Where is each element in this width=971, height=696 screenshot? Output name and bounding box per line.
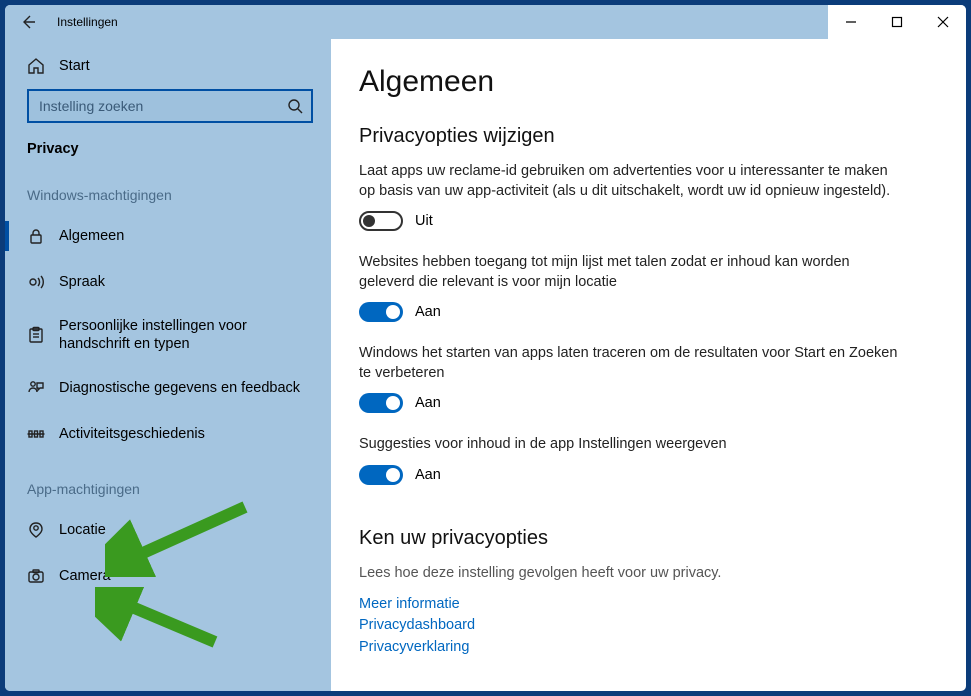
section-heading-privacy-options: Privacyopties wijzigen bbox=[359, 125, 922, 148]
toggle-state-label: Uit bbox=[415, 213, 433, 229]
search-icon bbox=[287, 98, 303, 114]
group-windows-permissions: Windows-machtigingen bbox=[5, 187, 331, 213]
toggle-state-label: Aan bbox=[415, 395, 441, 411]
search-box[interactable] bbox=[27, 89, 313, 123]
toggle-suggested-content[interactable] bbox=[359, 465, 403, 485]
nav-item-label: Locatie bbox=[59, 522, 106, 538]
nav-item-activity[interactable]: Activiteitsgeschiedenis bbox=[5, 411, 331, 457]
toggle-languages[interactable] bbox=[359, 302, 403, 322]
sidebar-section-heading: Privacy bbox=[5, 137, 331, 187]
content-pane[interactable]: Algemeen Privacyopties wijzigen Laat app… bbox=[331, 39, 966, 691]
group-app-permissions: App-machtigingen bbox=[5, 481, 331, 507]
toggle-row-app-launches: Aan bbox=[359, 393, 922, 413]
maximize-button[interactable] bbox=[874, 5, 920, 39]
home-icon bbox=[27, 57, 45, 75]
option-text: Windows het starten van apps laten trace… bbox=[359, 344, 899, 383]
toggle-app-launches[interactable] bbox=[359, 393, 403, 413]
window-title: Instellingen bbox=[51, 15, 118, 29]
lock-icon bbox=[27, 227, 45, 245]
home-label: Start bbox=[59, 58, 90, 74]
link-privacy-dashboard[interactable]: Privacydashboard bbox=[359, 615, 922, 637]
option-text: Laat apps uw reclame-id gebruiken om adv… bbox=[359, 162, 899, 201]
privacy-links: Meer informatie Privacydashboard Privacy… bbox=[359, 594, 922, 659]
back-button[interactable] bbox=[5, 5, 51, 39]
clipboard-icon bbox=[27, 326, 45, 344]
nav-item-label: Camera bbox=[59, 568, 111, 584]
activity-icon bbox=[27, 425, 45, 443]
nav-item-label: Diagnostische gegevens en feedback bbox=[59, 380, 300, 396]
body: Start Privacy Windows-machtigingen Algem… bbox=[5, 39, 966, 691]
camera-icon bbox=[27, 567, 45, 585]
toggle-row-suggested-content: Aan bbox=[359, 465, 922, 485]
nav-item-general[interactable]: Algemeen bbox=[5, 213, 331, 259]
option-text: Websites hebben toegang tot mijn lijst m… bbox=[359, 253, 899, 292]
location-icon bbox=[27, 521, 45, 539]
link-privacy-statement[interactable]: Privacyverklaring bbox=[359, 637, 922, 659]
nav-item-location[interactable]: Locatie bbox=[5, 507, 331, 553]
section-heading-know-privacy: Ken uw privacyopties bbox=[359, 527, 922, 550]
titlebar: Instellingen bbox=[5, 5, 966, 39]
toggle-advertising-id[interactable] bbox=[359, 211, 403, 231]
toggle-row-languages: Aan bbox=[359, 302, 922, 322]
window-controls bbox=[828, 5, 966, 39]
nav-item-camera[interactable]: Camera bbox=[5, 553, 331, 599]
option-text: Suggesties voor inhoud in de app Instell… bbox=[359, 435, 899, 455]
page-title: Algemeen bbox=[359, 65, 922, 99]
toggle-state-label: Aan bbox=[415, 304, 441, 320]
home-row[interactable]: Start bbox=[5, 51, 331, 89]
feedback-icon bbox=[27, 379, 45, 397]
nav-item-inking[interactable]: Persoonlijke instellingen voor handschri… bbox=[5, 305, 331, 365]
toggle-state-label: Aan bbox=[415, 467, 441, 483]
sidebar: Start Privacy Windows-machtigingen Algem… bbox=[5, 39, 331, 691]
nav-item-label: Spraak bbox=[59, 274, 105, 290]
speech-icon bbox=[27, 273, 45, 291]
settings-window: Instellingen Start bbox=[0, 0, 971, 696]
nav-item-label: Algemeen bbox=[59, 228, 124, 244]
know-privacy-text: Lees hoe deze instelling gevolgen heeft … bbox=[359, 564, 899, 584]
close-button[interactable] bbox=[920, 5, 966, 39]
nav-item-label: Persoonlijke instellingen voor handschri… bbox=[59, 317, 309, 353]
nav-item-diagnostics[interactable]: Diagnostische gegevens en feedback bbox=[5, 365, 331, 411]
spacer bbox=[5, 457, 331, 481]
nav-item-label: Activiteitsgeschiedenis bbox=[59, 426, 205, 442]
search-input[interactable] bbox=[39, 98, 287, 114]
minimize-button[interactable] bbox=[828, 5, 874, 39]
toggle-row-advertising-id: Uit bbox=[359, 211, 922, 231]
nav-item-speech[interactable]: Spraak bbox=[5, 259, 331, 305]
link-more-info[interactable]: Meer informatie bbox=[359, 594, 922, 616]
